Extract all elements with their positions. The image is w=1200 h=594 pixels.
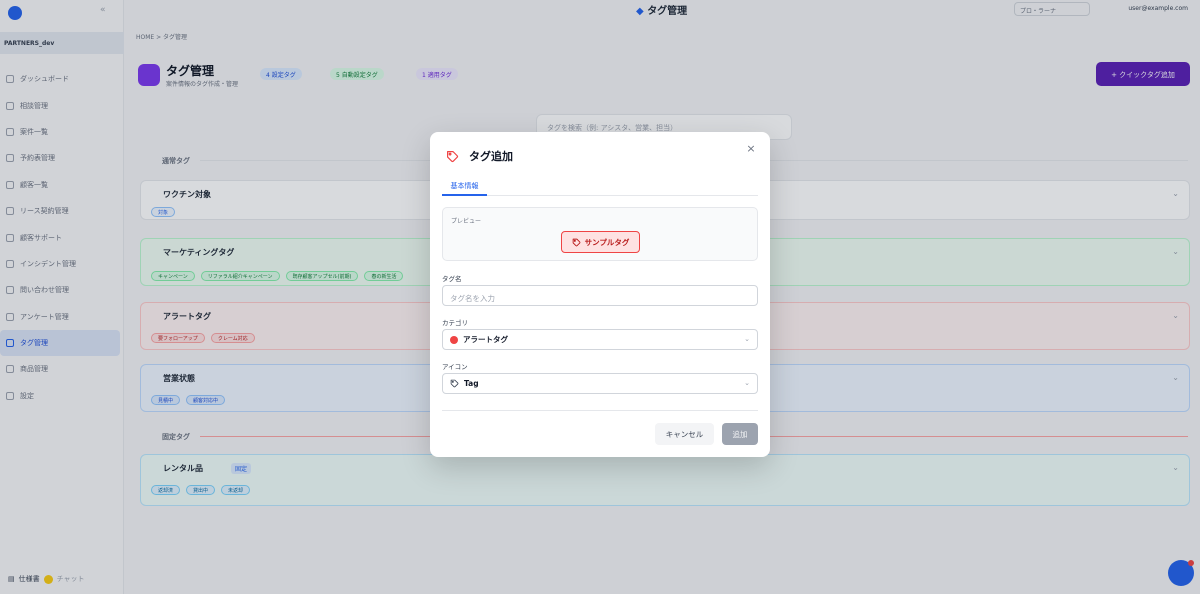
category-select-trigger[interactable]: アラートタグ: [443, 330, 757, 349]
tag-name-label: タグ名: [442, 275, 462, 283]
category-selected-value: アラートタグ: [463, 335, 508, 344]
dialog-header: タグ追加: [446, 148, 513, 164]
add-tag-dialog: タグ追加 × 基本情報 プレビュー サンプルタグ タグ名 カテゴリ アラートタグ…: [430, 132, 770, 457]
chevron-down-icon: ⌄: [744, 335, 750, 343]
cancel-button[interactable]: キャンセル: [655, 423, 714, 445]
close-icon[interactable]: ×: [744, 142, 758, 156]
chevron-down-icon: ⌄: [744, 379, 750, 387]
icon-label: アイコン: [442, 363, 468, 371]
tag-name-input[interactable]: [443, 289, 757, 308]
category-color-dot: [450, 335, 458, 344]
icon-select[interactable]: Tag ⌄: [442, 373, 758, 394]
add-button[interactable]: 追加: [722, 423, 758, 445]
icon-select-trigger[interactable]: Tag: [443, 374, 757, 393]
icon-selected-value: Tag: [464, 379, 479, 388]
category-select[interactable]: アラートタグ ⌄: [442, 329, 758, 350]
tag-icon: [450, 379, 459, 388]
tag-preview-panel: プレビュー サンプルタグ: [442, 207, 758, 261]
tab-basic-info[interactable]: 基本情報: [442, 178, 487, 196]
footer-divider: [442, 410, 758, 411]
tag-icon: [447, 150, 459, 162]
tag-name-field: [442, 285, 758, 308]
dialog-tabs: 基本情報: [442, 178, 758, 196]
preview-tag: サンプルタグ: [561, 231, 640, 253]
category-label: カテゴリ: [442, 319, 468, 327]
preview-tag-text: サンプルタグ: [584, 237, 630, 247]
tag-icon: [572, 238, 580, 246]
dialog-title: タグ追加: [469, 150, 513, 163]
preview-label: プレビュー: [451, 218, 482, 225]
